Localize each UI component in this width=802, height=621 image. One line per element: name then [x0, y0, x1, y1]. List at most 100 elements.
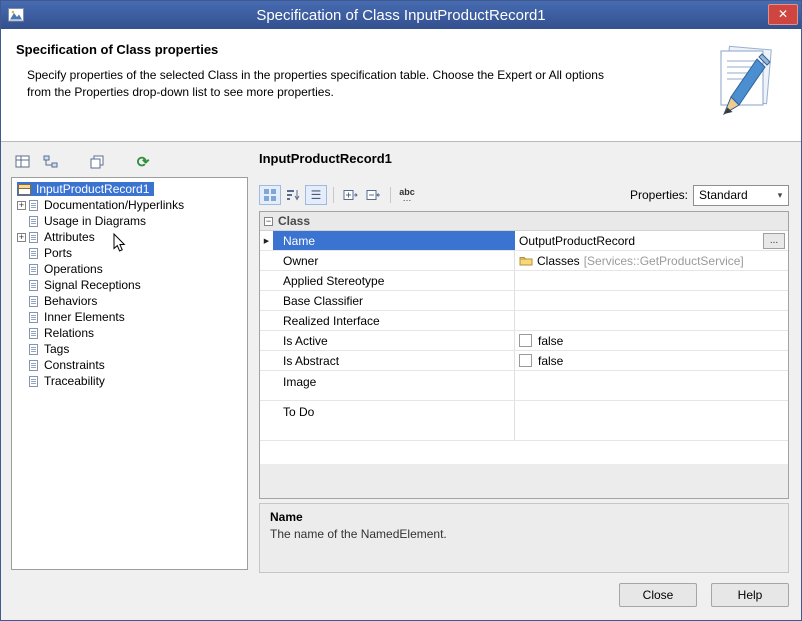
window-title: Specification of Class InputProductRecor…: [1, 7, 801, 24]
page-icon: [29, 232, 38, 243]
dialog-header: Specification of Class properties Specif…: [1, 29, 801, 142]
page-icon: [29, 248, 38, 259]
tree-item-tags[interactable]: Tags: [12, 341, 247, 357]
checkbox-label: false: [538, 354, 563, 368]
collapse-nodes-icon[interactable]: [362, 185, 384, 205]
property-name: Applied Stereotype: [273, 271, 515, 290]
property-name: Base Classifier: [273, 291, 515, 310]
toolbar-separator: [390, 187, 391, 203]
collapse-icon[interactable]: −: [264, 217, 273, 226]
titlebar[interactable]: Specification of Class InputProductRecor…: [1, 1, 801, 29]
description-text: The name of the NamedElement.: [270, 527, 778, 541]
categorized-view-icon[interactable]: [259, 185, 281, 205]
property-row-applied-stereotype[interactable]: Applied Stereotype: [260, 271, 788, 291]
page-icon: [29, 216, 38, 227]
property-value[interactable]: [515, 371, 788, 400]
property-row-is-active[interactable]: Is Active false: [260, 331, 788, 351]
panel-title: InputProductRecord1: [259, 151, 392, 166]
page-icon: [29, 360, 38, 371]
property-name: Owner: [273, 251, 515, 270]
property-row-realized-interface[interactable]: Realized Interface: [260, 311, 788, 331]
row-marker-icon: ▶: [260, 231, 273, 250]
tree-item-relations[interactable]: Relations: [12, 325, 247, 341]
checkbox[interactable]: [519, 354, 532, 367]
list-view-icon[interactable]: ☰: [305, 185, 327, 205]
property-name: Image: [273, 371, 515, 400]
property-value[interactable]: [515, 311, 788, 330]
close-button[interactable]: Close: [619, 583, 697, 607]
property-name: To Do: [273, 401, 515, 440]
properties-label: Properties:: [630, 188, 688, 202]
property-row-to-do[interactable]: To Do: [260, 401, 788, 441]
checkbox[interactable]: [519, 334, 532, 347]
property-value[interactable]: [515, 401, 788, 440]
property-value[interactable]: [515, 271, 788, 290]
property-row-name[interactable]: ▶ Name OutputProductRecord ...: [260, 231, 788, 251]
property-row-base-classifier[interactable]: Base Classifier: [260, 291, 788, 311]
group-label: Class: [278, 214, 310, 228]
close-icon[interactable]: ✕: [768, 4, 798, 25]
toolbar-separator: [333, 187, 334, 203]
table-empty-area: [260, 464, 788, 498]
tree-item-attributes[interactable]: + Attributes: [12, 229, 247, 245]
tree-item-behaviors[interactable]: Behaviors: [12, 293, 247, 309]
tree-toolbar: ⟳: [13, 151, 153, 173]
tree-item-traceability[interactable]: Traceability: [12, 373, 247, 389]
sort-alphabetical-icon[interactable]: [282, 185, 304, 205]
tree-item-signal-receptions[interactable]: Signal Receptions: [12, 277, 247, 293]
tree-item-ports[interactable]: Ports: [12, 245, 247, 261]
page-icon: [29, 328, 38, 339]
tree-item-operations[interactable]: Operations: [12, 261, 247, 277]
expand-icon[interactable]: +: [17, 201, 26, 210]
checkbox-label: false: [538, 334, 563, 348]
page-icon: [29, 376, 38, 387]
description-title: Name: [270, 510, 778, 524]
class-icon: [18, 184, 31, 195]
structure-view-icon[interactable]: [41, 153, 61, 171]
page-icon: [29, 312, 38, 323]
properties-dropdown-value: Standard: [694, 188, 772, 202]
expand-icon[interactable]: +: [17, 233, 26, 242]
property-row-is-abstract[interactable]: Is Abstract false: [260, 351, 788, 371]
property-row-owner[interactable]: Owner Classes [Services::GetProductServi…: [260, 251, 788, 271]
property-value[interactable]: Classes [Services::GetProductService]: [515, 251, 788, 270]
property-value[interactable]: false: [515, 351, 788, 370]
help-button[interactable]: Help: [711, 583, 789, 607]
edit-value-button[interactable]: ...: [763, 233, 785, 249]
refresh-icon[interactable]: ⟳: [133, 153, 153, 171]
tree-item-root[interactable]: InputProductRecord1: [12, 181, 247, 197]
table-empty-area: [260, 441, 788, 464]
document-pencil-icon: [711, 43, 785, 128]
page-icon: [29, 296, 38, 307]
property-name: Name: [273, 231, 515, 250]
specification-dialog: Specification of Class InputProductRecor…: [0, 0, 802, 621]
abbreviations-icon[interactable]: abc …: [396, 185, 418, 205]
expand-nodes-icon[interactable]: [339, 185, 361, 205]
tree-item-constraints[interactable]: Constraints: [12, 357, 247, 373]
property-group-class[interactable]: − Class: [260, 212, 788, 231]
tree-item-usage-in-diagrams[interactable]: Usage in Diagrams: [12, 213, 247, 229]
property-name: Is Abstract: [273, 351, 515, 370]
page-icon: [29, 200, 38, 211]
property-description-panel: Name The name of the NamedElement.: [259, 503, 789, 573]
tree-selection: InputProductRecord1: [17, 182, 154, 196]
tree-item-inner-elements[interactable]: Inner Elements: [12, 309, 247, 325]
copy-view-icon[interactable]: [87, 153, 107, 171]
folder-icon: [519, 255, 533, 266]
properties-dropdown[interactable]: Standard ▾: [693, 185, 789, 206]
property-row-image[interactable]: Image: [260, 371, 788, 401]
property-value-path: [Services::GetProductService]: [584, 254, 744, 268]
page-icon: [29, 280, 38, 291]
tree-item-documentation[interactable]: + Documentation/Hyperlinks: [12, 197, 247, 213]
properties-table: − Class ▶ Name OutputProductRecord ... O…: [259, 211, 789, 499]
element-tree: InputProductRecord1 + Documentation/Hype…: [11, 177, 248, 570]
chevron-down-icon: ▾: [772, 190, 788, 201]
header-description-line1: Specify properties of the selected Class…: [27, 67, 604, 84]
page-icon: [29, 344, 38, 355]
property-value-text: Classes: [537, 254, 580, 268]
property-value[interactable]: [515, 291, 788, 310]
header-title: Specification of Class properties: [16, 42, 218, 57]
property-value[interactable]: false: [515, 331, 788, 350]
property-value[interactable]: OutputProductRecord ...: [515, 231, 788, 250]
grid-view-icon[interactable]: [13, 153, 33, 171]
